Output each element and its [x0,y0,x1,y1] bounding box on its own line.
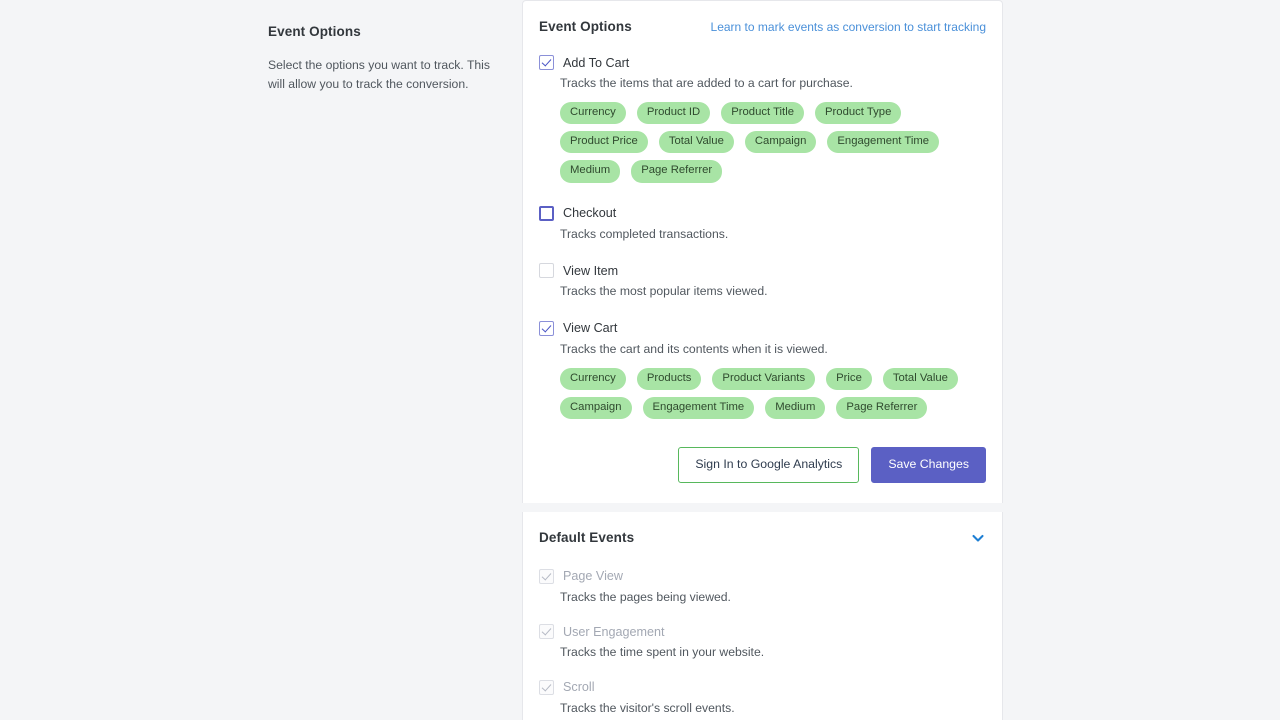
tag-item: Product Title [721,101,804,124]
tag-item: Page Referrer [631,160,723,183]
event-row-checkout-top[interactable]: Checkout [539,205,986,222]
default-events-title: Default Events [539,530,635,546]
tag-item: Medium [560,160,621,183]
tag-list-add-to-cart: Currency Product ID Product Title Produc… [560,101,986,183]
tag-item: Total Value [658,130,734,154]
checkbox-view-cart[interactable] [539,320,554,336]
tag-item: Campaign [560,396,632,420]
card-separator [522,502,1003,512]
event-options-header: Event Options Learn to mark events as co… [539,19,986,34]
tag-item: Currency [560,101,626,124]
event-label-view-item: View Item [563,263,619,278]
default-events-card: Default Events Page View Tracks the page… [522,511,1003,720]
checkbox-user-engagement [539,624,554,640]
event-options-title: Event Options [539,19,632,34]
settings-cards-column: Event Options Learn to mark events as co… [522,0,1003,720]
tag-item: Page Referrer [836,396,928,420]
checkbox-add-to-cart[interactable] [539,55,554,70]
checkbox-checkout[interactable] [539,205,554,221]
checkbox-page-view [539,568,554,584]
default-event-label-user-engagement: User Engagement [563,624,665,639]
event-description-add-to-cart: Tracks the items that are added to a car… [560,76,853,90]
section-title: Event Options [268,24,361,39]
tag-item: Total Value [882,367,958,390]
event-options-list: Add To Cart Tracks the items that are ad… [539,54,986,420]
checkbox-view-item[interactable] [539,263,554,279]
default-event-row-page-view: Page View Tracks the pages being viewed. [539,568,986,607]
tag-item: Engagement Time [827,130,940,154]
learn-conversion-link[interactable]: Learn to mark events as conversion to st… [711,20,986,34]
tag-item: Campaign [744,130,817,154]
default-event-row-user-engagement-top: User Engagement [539,623,986,640]
default-event-row-scroll-top: Scroll [539,679,986,696]
default-events-header[interactable]: Default Events [539,530,986,546]
event-label-view-cart: View Cart [563,321,618,336]
default-event-row-scroll: Scroll Tracks the visitor's scroll event… [539,679,986,718]
tag-item: Product Variants [712,367,816,390]
tag-item: Product ID [636,101,711,124]
tag-list-view-cart: Currency Products Product Variants Price… [560,367,986,420]
default-event-row-user-engagement: User Engagement Tracks the time spent in… [539,623,986,662]
event-label-add-to-cart: Add To Cart [563,55,630,70]
default-event-description-page-view: Tracks the pages being viewed. [560,589,731,604]
event-description-checkout: Tracks completed transactions. [560,226,729,241]
settings-page: Event Options Select the options you wan… [0,0,1280,720]
default-event-label-scroll: Scroll [563,680,595,695]
tag-item: Products [636,367,702,390]
tag-item: Currency [560,367,626,390]
card-action-buttons: Sign In to Google Analytics Save Changes [539,447,986,483]
chevron-down-icon[interactable] [970,530,986,546]
section-description-column: Event Options Select the options you wan… [268,24,490,94]
event-row-add-to-cart: Add To Cart Tracks the items that are ad… [539,54,986,183]
default-event-label-page-view: Page View [563,569,623,584]
event-label-checkout: Checkout [563,206,617,221]
event-row-view-cart: View Cart Tracks the cart and its conten… [539,320,986,420]
sign-in-google-analytics-button[interactable]: Sign In to Google Analytics [678,447,860,483]
default-event-description-scroll: Tracks the visitor's scroll events. [560,700,735,715]
event-options-card: Event Options Learn to mark events as co… [522,0,1003,503]
event-description-view-item: Tracks the most popular items viewed. [560,284,768,299]
default-events-list: Page View Tracks the pages being viewed.… [539,568,986,720]
tag-item: Medium [765,396,826,420]
event-row-view-cart-top[interactable]: View Cart [539,320,986,337]
event-row-add-to-cart-top[interactable]: Add To Cart [539,54,986,71]
checkbox-scroll [539,679,554,695]
default-event-description-user-engagement: Tracks the time spent in your website. [560,645,765,660]
event-row-view-item: View Item Tracks the most popular items … [539,262,986,301]
event-row-checkout: Checkout Tracks completed transactions. [539,205,986,244]
section-description: Select the options you want to track. Th… [268,58,490,91]
event-row-view-item-top[interactable]: View Item [539,262,986,279]
event-description-view-cart: Tracks the cart and its contents when it… [560,341,828,356]
tag-item: Price [826,367,872,390]
tag-item: Product Type [815,101,902,124]
default-event-row-page-view-top: Page View [539,568,986,585]
save-changes-button[interactable]: Save Changes [871,447,986,483]
tag-item: Engagement Time [642,396,755,420]
tag-item: Product Price [560,130,648,154]
